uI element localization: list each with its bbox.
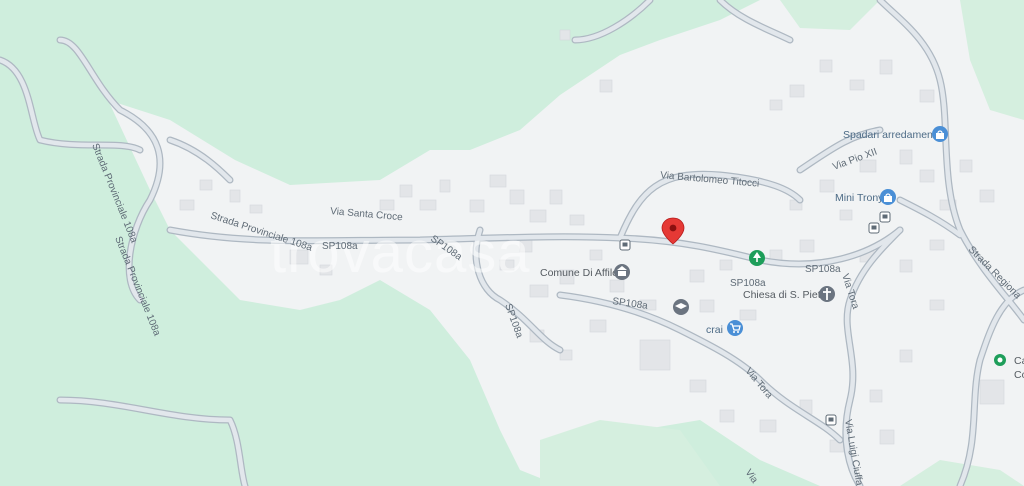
poi-label-chiesa[interactable]: Chiesa di S. Pietro (743, 289, 830, 301)
road-label: SP108a (805, 264, 841, 275)
poi-label-spadari[interactable]: Spadari arredamenti (843, 129, 938, 141)
road-label: SP108a (322, 241, 358, 252)
poi-label-right[interactable]: Ca (1014, 355, 1024, 367)
poi-label-right-2: Co (1014, 369, 1024, 381)
bus-stop-icon[interactable] (825, 414, 837, 426)
map-base: trovacasa Strada Provinciale 108a Strada… (0, 0, 1024, 486)
bus-stop-icon[interactable] (619, 239, 631, 251)
shopping-bag-icon[interactable] (880, 189, 896, 205)
bus-stop-icon[interactable] (879, 211, 891, 223)
bus-stop-icon[interactable] (868, 222, 880, 234)
park-icon[interactable] (749, 250, 765, 266)
poi-label-comune[interactable]: Comune Di Affile (540, 267, 618, 279)
church-icon[interactable] (819, 286, 835, 302)
poi-label-crai[interactable]: crai (706, 324, 723, 336)
education-icon[interactable] (673, 299, 689, 315)
poi-label-mini-trony[interactable]: Mini Trony (835, 192, 884, 204)
road-label: SP108a (730, 278, 766, 289)
town-hall-icon[interactable] (614, 264, 630, 280)
shopping-bag-icon[interactable] (932, 126, 948, 142)
circle-icon[interactable] (994, 354, 1006, 366)
map-canvas[interactable]: trovacasa Strada Provinciale 108a Strada… (0, 0, 1024, 486)
shopping-cart-icon[interactable] (727, 320, 743, 336)
